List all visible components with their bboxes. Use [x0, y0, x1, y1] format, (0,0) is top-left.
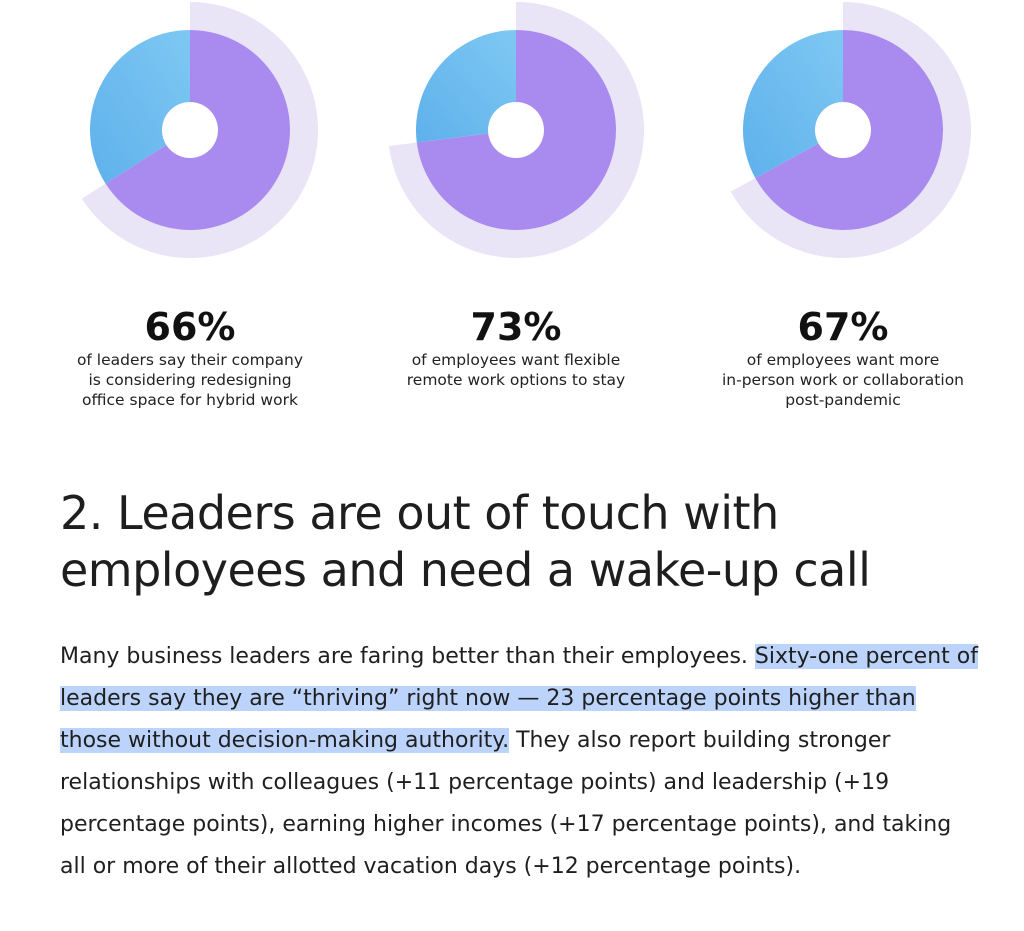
stat-percentage: 73% [470, 305, 562, 349]
caption-line: is considering redesigning [88, 371, 292, 389]
donut-hole [488, 102, 544, 158]
caption-line: remote work options to stay [406, 371, 626, 389]
donut-hole [162, 102, 218, 158]
caption-line: post-pandemic [785, 391, 901, 409]
stat-caption: of leaders say their company is consider… [30, 350, 350, 410]
stat-caption: of employees want flexible remote work o… [356, 350, 676, 390]
donut-chart [730, 2, 971, 258]
caption-line: of employees want flexible [411, 351, 621, 369]
body-paragraph: Many business leaders are faring better … [60, 636, 980, 888]
donut-chart [81, 1, 319, 258]
paragraph-text: Many business leaders are faring better … [60, 644, 755, 669]
donut-chart [389, 2, 645, 258]
section-heading: 2. Leaders are out of touch with employe… [60, 486, 871, 597]
caption-line: of employees want more [746, 351, 940, 369]
stat-caption: of employees want more in-person work or… [683, 350, 1003, 410]
stat-percentage: 67% [797, 305, 889, 349]
donut-hole [815, 102, 871, 158]
stats-row: 66% of leaders say their company is cons… [0, 0, 1024, 430]
caption-line: of leaders say their company [76, 351, 304, 369]
stat-percentage: 66% [144, 305, 236, 349]
caption-line: in-person work or collaboration [722, 371, 964, 389]
caption-line: office space for hybrid work [82, 391, 298, 409]
